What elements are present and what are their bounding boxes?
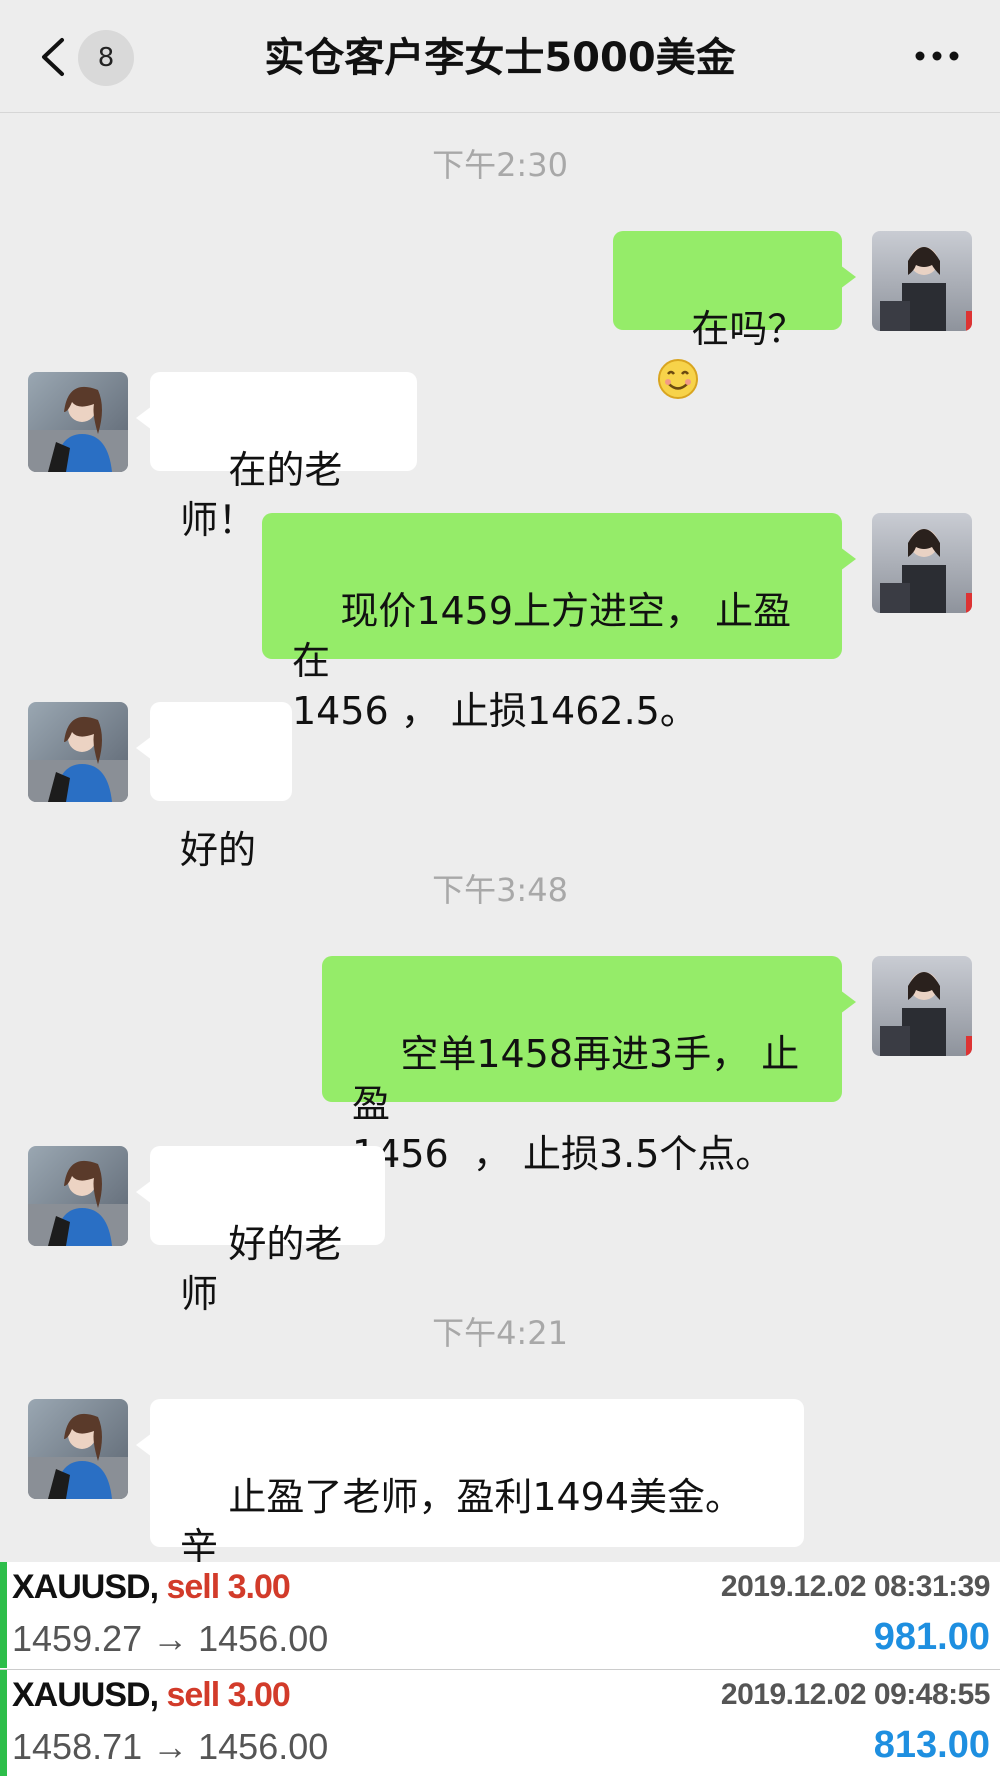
- trade-datetime: 2019.12.02 08:31:39: [720, 1570, 991, 1603]
- back-arrow-icon[interactable]: [36, 36, 70, 78]
- trade-history-panel: XAUUSD, sell 3.00 2019.12.02 08:31:39 14…: [0, 1562, 1000, 1776]
- trade-symbol-line: XAUUSD, sell 3.00: [12, 1568, 291, 1607]
- trade-datetime: 2019.12.02 09:48:55: [720, 1678, 991, 1711]
- timestamp: 下午3:48: [432, 871, 568, 909]
- chat-header: 8 实仓客户李女士5000美金: [0, 0, 1000, 113]
- trade-status-bar: [0, 1670, 7, 1776]
- trade-profit: 981.00: [873, 1616, 990, 1658]
- trade-status-bar: [0, 1562, 7, 1668]
- message-bubble[interactable]: 空单1458再进3手， 止盈 1456 ， 止损3.5个点。: [322, 956, 856, 1176]
- more-options-icon[interactable]: [914, 46, 960, 66]
- trade-symbol: XAUUSD,: [12, 1568, 159, 1606]
- contact-avatar[interactable]: [28, 1146, 128, 1246]
- my-avatar[interactable]: [872, 956, 972, 1056]
- message-bubble[interactable]: 在的老师！: [136, 372, 417, 542]
- trade-prices: 1458.71 → 1456.00: [12, 1726, 329, 1767]
- timestamp: 下午2:30: [432, 146, 568, 184]
- message-bubble[interactable]: 在吗？: [613, 231, 856, 399]
- message-text: 空单1458再进3手， 止盈 1456 ， 止损3.5个点。: [352, 1032, 800, 1176]
- message-text: 现价1459上方进空， 止盈在 1456 ， 止损1462.5。: [292, 589, 792, 733]
- message-bubble[interactable]: 好的: [136, 702, 292, 872]
- trade-prices: 1459.27 → 1456.00: [12, 1618, 329, 1659]
- contact-avatar[interactable]: [28, 702, 128, 802]
- trade-profit: 813.00: [873, 1724, 990, 1766]
- trade-row[interactable]: XAUUSD, sell 3.00 2019.12.02 09:48:55 14…: [0, 1670, 1000, 1776]
- trade-symbol: XAUUSD,: [12, 1676, 159, 1714]
- trade-side: sell 3.00: [166, 1568, 290, 1606]
- message-bubble[interactable]: 好的老师: [136, 1146, 385, 1316]
- unread-count-badge[interactable]: 8: [78, 30, 134, 86]
- my-avatar[interactable]: [872, 513, 972, 613]
- message-text: 在吗？: [691, 307, 806, 351]
- message-text: 好的老师: [180, 1222, 343, 1316]
- contact-avatar[interactable]: [28, 1399, 128, 1499]
- trade-side: sell 3.00: [166, 1676, 290, 1714]
- trade-row[interactable]: XAUUSD, sell 3.00 2019.12.02 08:31:39 14…: [0, 1562, 1000, 1668]
- smile-emoji-icon: [658, 359, 698, 399]
- message-bubble[interactable]: 现价1459上方进空， 止盈在 1456 ， 止损1462.5。: [262, 513, 856, 733]
- timestamp: 下午4:21: [432, 1314, 568, 1352]
- trade-symbol-line: XAUUSD, sell 3.00: [12, 1676, 291, 1715]
- message-text: 好的: [180, 828, 257, 872]
- chat-title: 实仓客户李女士5000美金: [264, 35, 736, 81]
- contact-avatar[interactable]: [28, 372, 128, 472]
- my-avatar[interactable]: [872, 231, 972, 331]
- message-bubble[interactable]: 止盈了老师，盈利1494美金。辛 苦老师啦！: [136, 1399, 804, 1619]
